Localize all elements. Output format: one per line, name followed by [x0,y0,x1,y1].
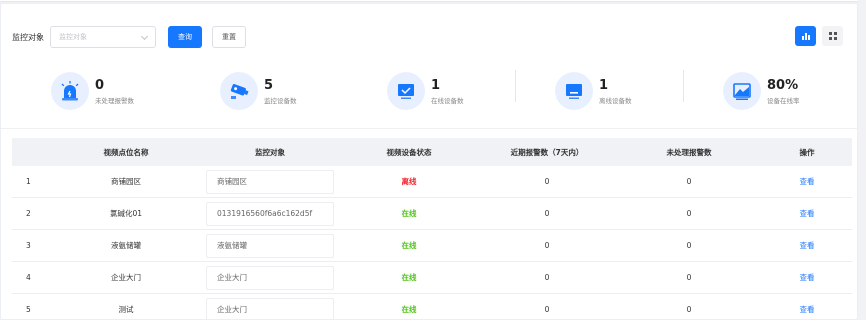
query-button[interactable]: 查询 [168,26,202,48]
view-link[interactable]: 查看 [762,272,852,283]
row-object: 企业大门 [206,297,334,320]
view-link[interactable]: 查看 [762,176,852,187]
online-rate-icon [723,72,761,110]
table-row: 3 液氨储罐 液氨储罐 在线 0 0 查看 [12,230,852,262]
row-pending-alarms: 0 [686,177,692,186]
row-recent-alarms: 0 [544,273,550,282]
table-row: 2 氯碱化01 0131916560f6a6c162d5f 在线 0 0 查看 [12,198,852,230]
row-object: 0131916560f6a6c162d5f [206,201,334,226]
table-row: 5 测试 企业大门 在线 0 0 查看 [12,294,852,320]
row-object-cell: 商铺园区 [200,169,340,194]
col-recent-alarms-header: 近期报警数（7天内） [510,147,584,157]
reset-button[interactable]: 重置 [212,26,246,48]
grid-icon [828,32,837,40]
divider [515,70,516,102]
view-link[interactable]: 查看 [762,240,852,251]
chevron-down-icon [140,32,149,41]
col-object-header: 监控对象 [255,147,285,157]
stat-online-rate: 80% 设备在线率 [723,66,800,116]
monitor-offline-icon [555,72,593,110]
col-action-header: 操作 [799,147,815,157]
stat-value: 1 [431,77,441,93]
row-object-cell: 企业大门 [200,265,340,290]
row-pending-alarms: 0 [686,305,692,314]
bar-chart-icon [801,33,810,40]
select-placeholder: 监控对象 [59,33,87,41]
monitor-object-select[interactable]: 监控对象 [50,26,156,48]
row-index: 2 [26,209,31,218]
stat-pending-alarms: 0 未处理报警数 [51,66,134,116]
grid-view-button[interactable] [822,26,843,46]
row-object: 液氨储罐 [206,233,334,258]
stat-online-devices: 1 在线设备数 [387,66,464,116]
stat-value: 0 [95,77,105,93]
col-name-header: 视频点位名称 [103,147,149,157]
view-link[interactable]: 查看 [762,208,852,219]
row-object-cell: 0131916560f6a6c162d5f [200,201,340,226]
filter-label: 监控对象 [12,32,44,42]
row-index: 5 [26,305,31,314]
stat-value: 1 [599,77,609,93]
row-pending-alarms: 0 [686,209,692,218]
table-row: 4 企业大门 企业大门 在线 0 0 查看 [12,262,852,294]
row-name: 液氨储罐 [111,241,141,250]
row-status: 在线 [401,241,417,250]
row-name: 商铺园区 [111,177,141,186]
col-pending-alarms-header: 未处理报警数 [666,147,712,157]
section-divider [1,128,859,129]
stat-label: 离线设备数 [599,96,632,105]
row-object-cell: 企业大门 [200,297,340,320]
table-row: 1 商铺园区 商铺园区 离线 0 0 查看 [12,166,852,198]
row-object-cell: 液氨储罐 [200,233,340,258]
device-table: 视频点位名称 监控对象 视频设备状态 近期报警数（7天内） 未处理报警数 操作 … [12,138,852,320]
top-divider [0,0,858,2]
row-name: 氯碱化01 [109,209,143,218]
row-status: 在线 [401,305,417,314]
alarm-icon [51,72,89,110]
chart-view-button[interactable] [795,26,816,46]
stat-label: 在线设备数 [431,96,464,105]
main-card: 监控对象 监控对象 查询 重置 0 未处理报警数 5 监控设备数 1 在线设备数… [0,3,859,320]
view-toggle [795,26,843,46]
camera-icon [220,72,258,110]
row-name: 企业大门 [111,273,141,282]
table-header: 视频点位名称 监控对象 视频设备状态 近期报警数（7天内） 未处理报警数 操作 [12,138,852,166]
row-status: 在线 [401,273,417,282]
col-status-header: 视频设备状态 [386,147,432,157]
row-recent-alarms: 0 [544,209,550,218]
row-name: 测试 [118,305,134,314]
row-recent-alarms: 0 [544,241,550,250]
row-index: 4 [26,273,31,282]
view-link[interactable]: 查看 [762,304,852,315]
stat-label: 设备在线率 [767,96,800,105]
row-pending-alarms: 0 [686,273,692,282]
filter-bar: 监控对象 监控对象 查询 重置 [12,24,246,50]
row-object: 企业大门 [206,265,334,290]
stat-value: 80% [767,77,799,93]
row-index: 1 [26,177,31,186]
stat-label: 未处理报警数 [95,96,134,105]
row-status: 在线 [401,209,417,218]
row-recent-alarms: 0 [544,177,550,186]
stat-offline-devices: 1 离线设备数 [555,66,632,116]
stat-label: 监控设备数 [264,96,297,105]
row-status: 离线 [401,177,417,186]
row-pending-alarms: 0 [686,241,692,250]
row-object: 商铺园区 [206,169,334,194]
row-recent-alarms: 0 [544,305,550,314]
row-index: 3 [26,241,31,250]
stat-monitor-devices: 5 监控设备数 [220,66,297,116]
divider [683,70,684,102]
stats-panel: 0 未处理报警数 5 监控设备数 1 在线设备数 1 离线设备数 80% 设备在… [1,66,859,116]
stat-value: 5 [264,77,274,93]
monitor-online-icon [387,72,425,110]
